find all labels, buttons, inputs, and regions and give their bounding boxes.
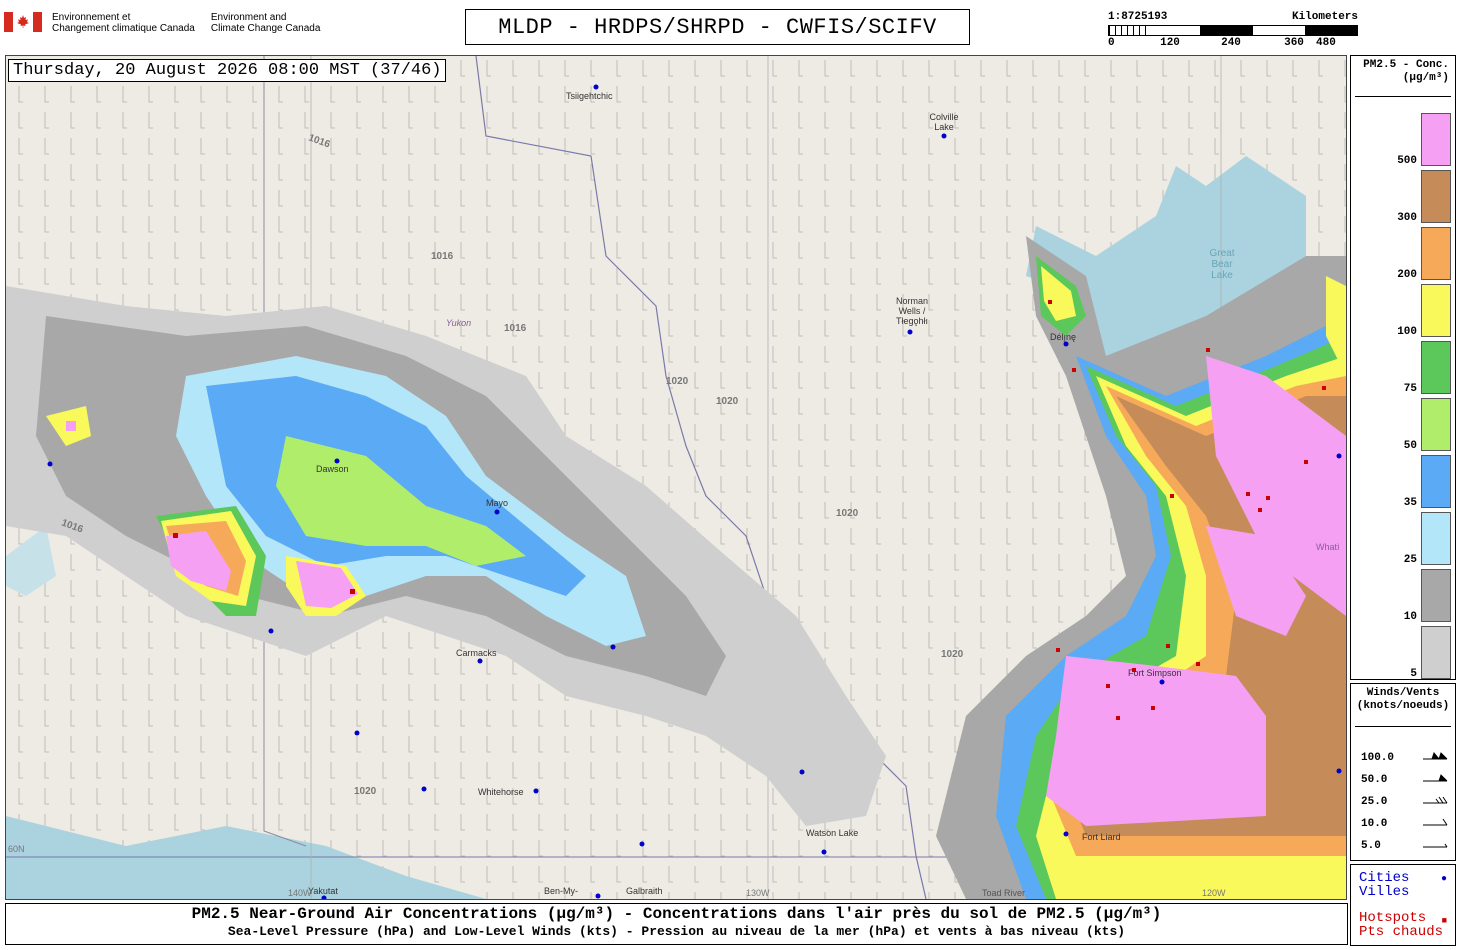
place-label: Délı̨nę bbox=[1050, 332, 1077, 342]
wind-barb-icon bbox=[1421, 816, 1449, 832]
isobar-label: 1016 bbox=[504, 323, 527, 334]
legend-swatch bbox=[1421, 455, 1451, 508]
legend-level-label: 100 bbox=[1397, 326, 1417, 338]
scale-tick: 480 bbox=[1316, 37, 1336, 49]
wind-legend-row: 5.0 bbox=[1361, 839, 1449, 853]
legend-level-label: 200 bbox=[1397, 269, 1417, 281]
hotspots-legend-item: Hotspots Pts chauds ■ bbox=[1359, 910, 1447, 940]
place-label: Whatì bbox=[1316, 542, 1340, 552]
isobar-label: 1020 bbox=[716, 396, 739, 407]
legend-swatch bbox=[1421, 398, 1451, 451]
territory-label: Yukon bbox=[446, 318, 472, 328]
place-label: Ben-My- bbox=[544, 886, 579, 896]
legend-units: (knots/noeuds) bbox=[1356, 700, 1450, 712]
legend-level-label: 75 bbox=[1403, 383, 1417, 395]
scale-tick: 360 bbox=[1284, 37, 1304, 49]
place-label: Tsiigehtchic bbox=[566, 91, 613, 101]
scale-tick: 0 bbox=[1108, 37, 1115, 49]
wind-legend-row: 100.0 bbox=[1361, 751, 1449, 765]
wind-speed-label: 25.0 bbox=[1361, 796, 1388, 808]
graticule-label: 120W bbox=[1202, 888, 1226, 898]
legend-level-label: 50 bbox=[1403, 440, 1417, 452]
government-logo: Environnement et Changement climatique C… bbox=[4, 12, 320, 34]
place-label: Norman Wells / Tłegǫhłı bbox=[895, 296, 929, 326]
place-label: Galbraith bbox=[626, 886, 663, 896]
place-label: Yakutat bbox=[308, 886, 338, 896]
place-label: Watson Lake bbox=[806, 828, 859, 838]
legend-level-label: 10 bbox=[1403, 611, 1417, 623]
wind-legend: Winds/Vents (knots/noeuds) 100.0 50.0 25.0… bbox=[1350, 683, 1456, 861]
place-label: Dawson bbox=[316, 464, 349, 474]
legend-swatch bbox=[1421, 170, 1451, 223]
place-label: Fort Liard bbox=[1082, 832, 1121, 842]
legend-level-label: 35 bbox=[1403, 497, 1417, 509]
caption-line-1: PM2.5 Near-Ground Air Concentrations (µg… bbox=[191, 905, 1162, 923]
wind-speed-label: 100.0 bbox=[1361, 752, 1395, 764]
wind-legend-row: 25.0 bbox=[1361, 795, 1449, 809]
map-view[interactable]: Tsiigehtchic Colville Lake Norman Wells … bbox=[5, 55, 1347, 900]
city-dot-icon: ● bbox=[1440, 874, 1447, 885]
hotspot-square-icon: ■ bbox=[1441, 916, 1447, 926]
graticule-label: 60N bbox=[8, 844, 25, 854]
legend-level-label: 300 bbox=[1397, 212, 1417, 224]
legend-swatch bbox=[1421, 569, 1451, 622]
legend-swatch bbox=[1421, 341, 1451, 394]
place-label: Mayo bbox=[486, 498, 509, 508]
legend-swatch bbox=[1421, 284, 1451, 337]
scale-bar: 1:8725193 Kilometers 0 120 240 360 480 bbox=[1108, 11, 1358, 51]
forecast-timestamp: Thursday, 20 August 2026 08:00 MST (37/4… bbox=[8, 59, 447, 82]
canada-flag-icon bbox=[4, 12, 42, 32]
caption-line-2: Sea-Level Pressure (hPa) and Low-Level W… bbox=[227, 924, 1126, 939]
scale-tick: 120 bbox=[1160, 37, 1180, 49]
legend-swatch bbox=[1421, 626, 1451, 679]
dispersion-map bbox=[6, 56, 1346, 899]
scale-unit: Kilometers bbox=[1291, 11, 1358, 23]
legend-level-label: 500 bbox=[1397, 155, 1417, 167]
place-label: Carmacks bbox=[456, 648, 497, 658]
legend-title: Winds/Vents bbox=[1366, 687, 1440, 699]
scale-bar-graphic bbox=[1108, 25, 1358, 36]
isobar-label: 1020 bbox=[836, 508, 859, 519]
scale-tick: 240 bbox=[1221, 37, 1241, 49]
legend-swatch bbox=[1421, 227, 1451, 280]
wind-barb-icon bbox=[1421, 750, 1449, 766]
pm25-legend: PM2.5 - Conc. (µg/m³) 500 300 200 100 75 50 35… bbox=[1350, 55, 1456, 680]
graticule-label: 130W bbox=[746, 888, 770, 898]
lake-label: Great Bear Lake bbox=[1209, 248, 1235, 281]
wind-speed-label: 10.0 bbox=[1361, 818, 1388, 830]
department-name-fr: Environnement et Changement climatique C… bbox=[52, 12, 195, 34]
isobar-label: 1020 bbox=[941, 649, 964, 660]
legend-swatch bbox=[1421, 113, 1451, 166]
place-label: Colville Lake bbox=[929, 112, 959, 132]
wind-legend-row: 50.0 bbox=[1361, 773, 1449, 787]
wind-speed-label: 50.0 bbox=[1361, 774, 1388, 786]
scale-ratio: 1:8725193 bbox=[1108, 11, 1168, 23]
product-title: MLDP - HRDPS/SHRPD - CWFIS/SCIFV bbox=[465, 9, 970, 45]
legend-swatch bbox=[1421, 512, 1451, 565]
wind-barb-icon bbox=[1421, 794, 1449, 810]
legend-level-label: 5 bbox=[1410, 668, 1417, 680]
wind-barb-icon bbox=[1421, 772, 1449, 788]
cities-legend-item: Cities Villes ● bbox=[1359, 870, 1447, 900]
legend-units: (µg/m³) bbox=[1402, 72, 1449, 84]
graticule-label: 140W bbox=[288, 888, 312, 898]
wind-barb-icon bbox=[1421, 838, 1449, 854]
place-label: Fort Simpson bbox=[1128, 668, 1182, 678]
department-name-en: Environment and Climate Change Canada bbox=[210, 12, 321, 34]
place-label: Toad River bbox=[982, 888, 1026, 898]
place-label: Whitehorse bbox=[478, 787, 524, 797]
isobar-label: 1020 bbox=[666, 376, 689, 387]
isobar-label: 1016 bbox=[431, 251, 454, 262]
legend-title: PM2.5 - Conc. bbox=[1363, 59, 1449, 71]
map-caption: PM2.5 Near-Ground Air Concentrations (µg… bbox=[5, 903, 1348, 945]
wind-legend-row: 10.0 bbox=[1361, 817, 1449, 831]
symbols-legend: Cities Villes ● Hotspots Pts chauds ■ bbox=[1350, 864, 1456, 946]
legend-level-label: 25 bbox=[1403, 554, 1417, 566]
wind-speed-label: 5.0 bbox=[1361, 840, 1381, 852]
isobar-label: 1020 bbox=[354, 786, 377, 797]
